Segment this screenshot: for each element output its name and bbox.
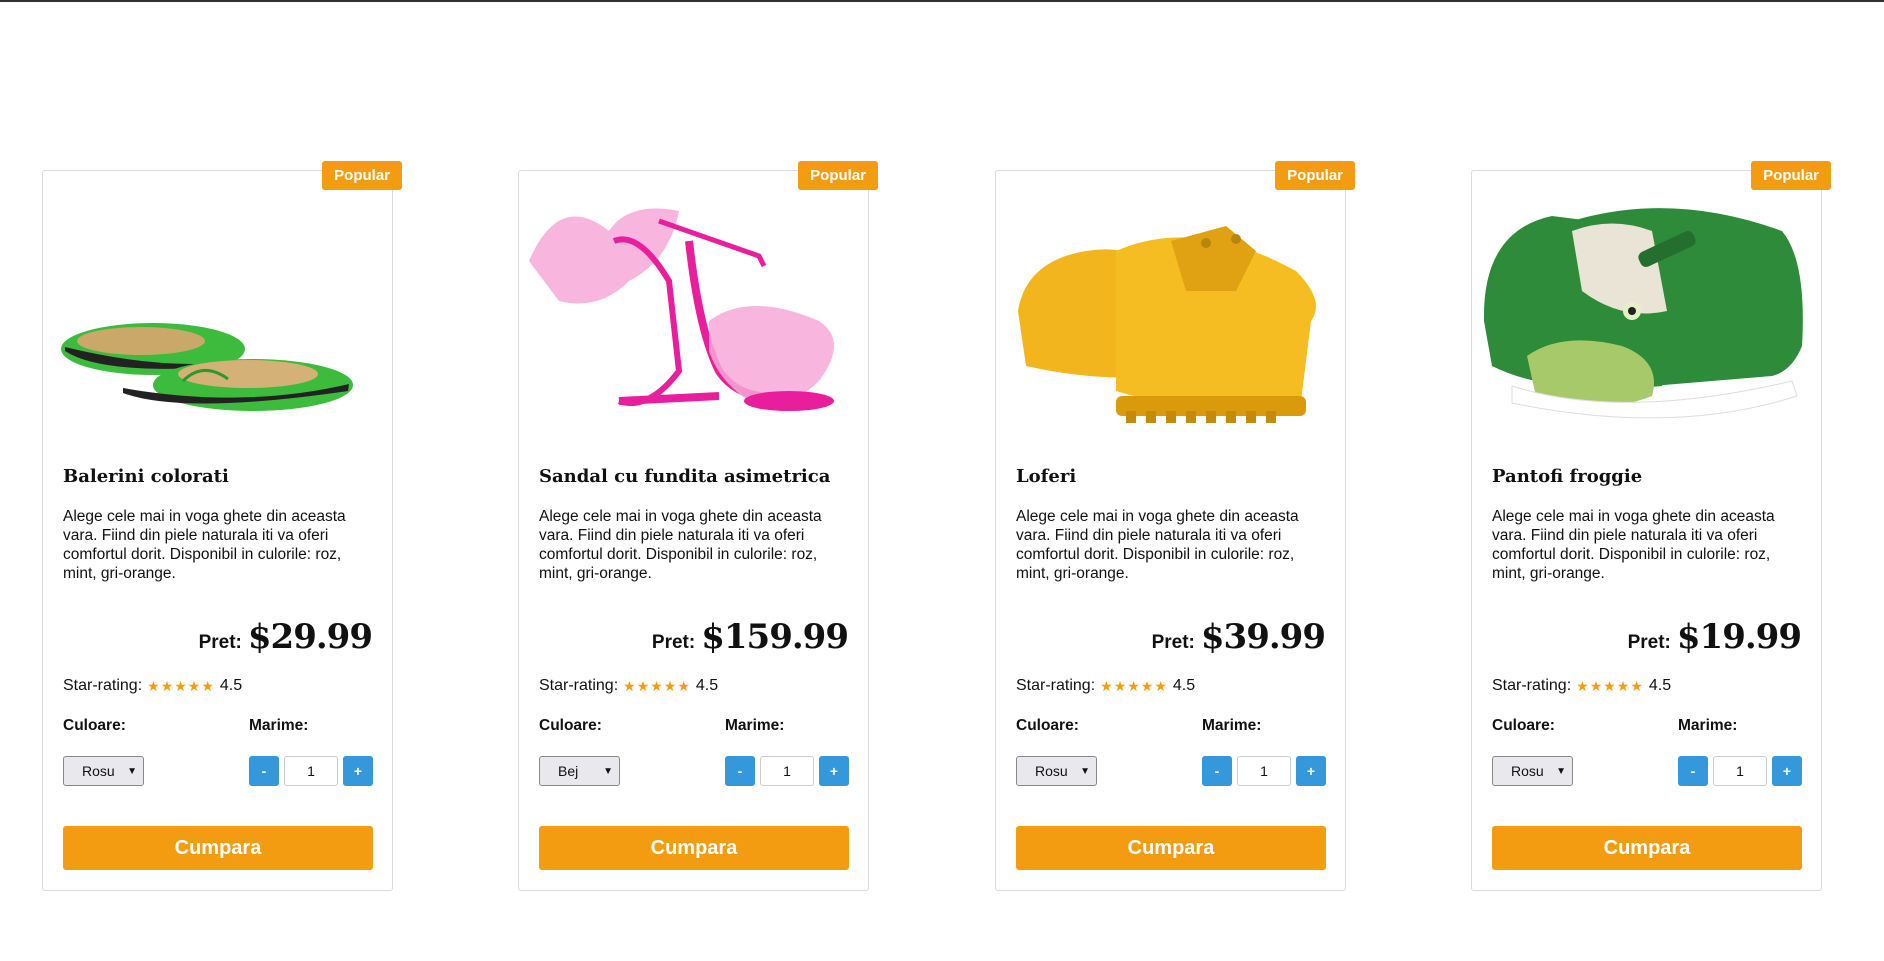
color-select[interactable]: Rosu ▼ [1492, 756, 1573, 786]
popular-badge: Popular [798, 161, 878, 190]
product-card: Popular Loferi Alege cele mai in voga gh… [995, 161, 1355, 891]
rating-label: Star-rating: [63, 677, 143, 694]
quantity-increase-button[interactable]: + [819, 756, 849, 786]
chevron-down-icon: ▼ [1080, 765, 1090, 777]
product-title: Loferi [1016, 466, 1077, 487]
quantity-increase-button[interactable]: + [1296, 756, 1326, 786]
quantity-decrease-button[interactable]: - [1202, 756, 1232, 786]
product-card: Popular Sandal cu fundita asimetrica Ale… [518, 161, 878, 891]
product-grid: Popular Balerini colorati Alege cele mai… [0, 0, 1884, 961]
rating-value: 4.5 [1172, 677, 1196, 694]
product-title: Balerini colorati [63, 466, 229, 487]
rating-row: Star-rating: ★★★★★ 4.5 [1492, 677, 1671, 695]
rating-value: 4.5 [1648, 677, 1672, 694]
price-label: Pret: [651, 632, 696, 653]
green-ballet-flats-image [61, 323, 353, 411]
rating-row: Star-rating: ★★★★★ 4.5 [63, 677, 242, 695]
star-icons: ★★★★★ [147, 677, 215, 694]
buy-button[interactable]: Cumpara [1492, 826, 1802, 870]
star-icons: ★★★★★ [1100, 677, 1168, 694]
price-value: $19.99 [1676, 617, 1802, 657]
rating-row: Star-rating: ★★★★★ 4.5 [1016, 677, 1195, 695]
product-image [1472, 171, 1821, 433]
size-label: Marime: [1202, 717, 1262, 734]
price-value: $39.99 [1200, 617, 1326, 657]
price-label: Pret: [1627, 632, 1671, 653]
pink-bow-sandals-image [529, 208, 834, 411]
rating-value: 4.5 [695, 677, 719, 694]
buy-button[interactable]: Cumpara [1016, 826, 1326, 870]
color-label: Culoare: [63, 717, 126, 734]
price-row: Pret: $29.99 [198, 617, 373, 657]
buy-button[interactable]: Cumpara [63, 826, 373, 870]
quantity-decrease-button[interactable]: - [249, 756, 279, 786]
color-select-value: Rosu [82, 763, 115, 779]
rating-row: Star-rating: ★★★★★ 4.5 [539, 677, 718, 695]
price-label: Pret: [1151, 632, 1195, 653]
product-description: Alege cele mai in voga ghete din aceasta… [63, 508, 346, 582]
product-description: Alege cele mai in voga ghete din aceasta… [539, 508, 822, 582]
product-description: Alege cele mai in voga ghete din aceasta… [1016, 508, 1299, 582]
color-select[interactable]: Bej ▼ [539, 756, 620, 786]
product-title: Sandal cu fundita asimetrica [539, 466, 831, 487]
quantity-input[interactable]: 1 [760, 756, 814, 786]
price-row: Pret: $19.99 [1627, 617, 1802, 657]
color-select-value: Rosu [1035, 763, 1068, 779]
quantity-decrease-button[interactable]: - [725, 756, 755, 786]
green-frog-shoes-image [1483, 208, 1803, 419]
buy-button[interactable]: Cumpara [539, 826, 849, 870]
product-image [996, 171, 1345, 433]
color-select-value: Rosu [1511, 763, 1544, 779]
price-row: Pret: $39.99 [1151, 617, 1326, 657]
product-card: Popular Balerini colorati Alege cele mai… [42, 161, 402, 891]
quantity-decrease-button[interactable]: - [1678, 756, 1708, 786]
price-value: $29.99 [247, 617, 373, 657]
price-value: $159.99 [701, 617, 849, 657]
star-icons: ★★★★★ [623, 677, 691, 694]
quantity-input[interactable]: 1 [1713, 756, 1767, 786]
size-label: Marime: [249, 717, 309, 734]
rating-label: Star-rating: [539, 677, 619, 694]
quantity-increase-button[interactable]: + [1772, 756, 1802, 786]
star-icons: ★★★★★ [1576, 677, 1644, 694]
color-select[interactable]: Rosu ▼ [1016, 756, 1097, 786]
color-label: Culoare: [1492, 717, 1555, 734]
size-label: Marime: [1678, 717, 1738, 734]
chevron-down-icon: ▼ [127, 765, 137, 777]
color-select[interactable]: Rosu ▼ [63, 756, 144, 786]
product-card: Popular Pantofi froggie Alege cele mai i… [1471, 161, 1831, 891]
product-image [519, 171, 868, 433]
popular-badge: Popular [322, 161, 402, 190]
quantity-input[interactable]: 1 [284, 756, 338, 786]
rating-label: Star-rating: [1016, 677, 1096, 694]
rating-value: 4.5 [219, 677, 243, 694]
product-description: Alege cele mai in voga ghete din aceasta… [1492, 508, 1775, 582]
rating-label: Star-rating: [1492, 677, 1572, 694]
yellow-loafers-image [1018, 226, 1316, 423]
chevron-down-icon: ▼ [1556, 765, 1566, 777]
popular-badge: Popular [1751, 161, 1831, 190]
product-image [43, 171, 392, 433]
color-select-value: Bej [558, 763, 579, 779]
price-label: Pret: [198, 632, 242, 653]
popular-badge: Popular [1275, 161, 1355, 190]
chevron-down-icon: ▼ [603, 765, 613, 777]
quantity-input[interactable]: 1 [1237, 756, 1291, 786]
quantity-increase-button[interactable]: + [343, 756, 373, 786]
product-title: Pantofi froggie [1492, 466, 1643, 487]
color-label: Culoare: [1016, 717, 1079, 734]
size-label: Marime: [725, 717, 785, 734]
price-row: Pret: $159.99 [651, 617, 849, 657]
color-label: Culoare: [539, 717, 602, 734]
